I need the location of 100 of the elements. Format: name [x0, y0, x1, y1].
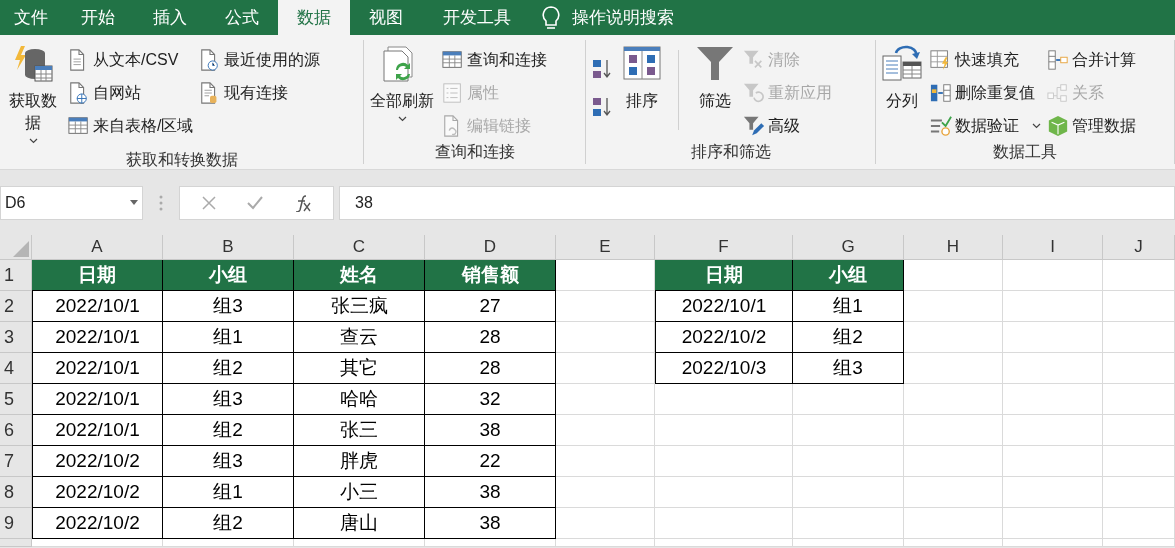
column-header[interactable]: I: [1003, 235, 1103, 260]
ribbon-button[interactable]: 现有连接: [199, 79, 321, 107]
ribbon-button[interactable]: 排序: [620, 42, 664, 126]
empty-cell[interactable]: [655, 539, 793, 547]
empty-cell[interactable]: [1103, 353, 1175, 384]
ribbon-tab[interactable]: 文件: [0, 0, 62, 35]
table-cell: 组1: [163, 322, 294, 353]
ribbon-button[interactable]: 管理数据: [1047, 112, 1136, 140]
database-icon: [13, 44, 53, 84]
row-header[interactable]: 1: [0, 260, 32, 291]
empty-cell[interactable]: [1103, 477, 1175, 508]
empty-cell[interactable]: [1003, 415, 1103, 446]
empty-cell[interactable]: [1103, 291, 1175, 322]
table-cell: 小三: [294, 477, 425, 508]
ribbon-button[interactable]: 数据验证: [930, 112, 1041, 140]
empty-cell[interactable]: [793, 415, 904, 446]
name-box[interactable]: D6: [0, 185, 143, 220]
ribbon-button[interactable]: 获取数据: [4, 42, 62, 148]
column-header[interactable]: C: [294, 235, 425, 260]
ribbon-button[interactable]: 删除重复值: [930, 79, 1041, 107]
caret-icon: [397, 116, 407, 122]
empty-cell[interactable]: [904, 508, 1003, 539]
caret-icon: [1032, 123, 1041, 129]
column-header[interactable]: J: [1103, 235, 1175, 260]
column-header[interactable]: G: [793, 235, 904, 260]
ribbon-tab[interactable]: 公式: [206, 0, 278, 35]
search-hint[interactable]: 操作说明搜索: [572, 4, 674, 31]
ribbon-button[interactable]: 高级: [743, 112, 832, 140]
table-cell: 唐山: [294, 508, 425, 539]
empty-cell[interactable]: [1003, 291, 1103, 322]
ribbon-button[interactable]: 快速填充: [930, 46, 1041, 74]
select-all-icon: [13, 241, 29, 257]
empty-cell[interactable]: [793, 539, 904, 547]
empty-cell[interactable]: [655, 415, 793, 446]
ribbon-button[interactable]: 分列: [880, 42, 924, 126]
empty-cell[interactable]: [1103, 415, 1175, 446]
table-cell: 组3: [163, 446, 294, 477]
empty-cell[interactable]: [793, 477, 904, 508]
empty-cell[interactable]: [556, 539, 655, 547]
ribbon-button[interactable]: 查询和连接: [442, 46, 547, 74]
empty-cell[interactable]: [904, 384, 1003, 415]
ribbon-button[interactable]: 筛选: [693, 42, 737, 126]
empty-cell[interactable]: [655, 446, 793, 477]
empty-cell[interactable]: [904, 477, 1003, 508]
group-label: 获取和转换数据: [124, 150, 239, 169]
empty-cell[interactable]: [904, 415, 1003, 446]
empty-cell[interactable]: [1103, 260, 1175, 291]
row-header[interactable]: 3: [0, 322, 32, 353]
empty-cell[interactable]: [1003, 384, 1103, 415]
row-header[interactable]: 9: [0, 508, 32, 539]
row-header[interactable]: 2: [0, 291, 32, 322]
ribbon-button[interactable]: 从文本/CSV: [68, 46, 194, 74]
empty-cell[interactable]: [1003, 446, 1103, 477]
empty-cell[interactable]: [793, 446, 904, 477]
ribbon-tab[interactable]: 开始: [62, 0, 134, 35]
empty-cell[interactable]: [1003, 353, 1103, 384]
header-cell: 日期: [32, 260, 163, 291]
empty-cell[interactable]: [655, 477, 793, 508]
ribbon-tab[interactable]: 插入: [134, 0, 206, 35]
formula-input[interactable]: 38: [339, 185, 1175, 220]
row-header[interactable]: 6: [0, 415, 32, 446]
ribbon-tab[interactable]: 数据: [278, 0, 350, 35]
row-header[interactable]: 7: [0, 446, 32, 477]
empty-cell[interactable]: [1003, 508, 1103, 539]
column-header[interactable]: F: [655, 235, 793, 260]
ribbon-button[interactable]: 最近使用的源: [199, 46, 321, 74]
table-cell: 2022/10/2: [32, 477, 163, 508]
table-cell: 组3: [163, 291, 294, 322]
row-header[interactable]: [0, 539, 32, 547]
empty-cell[interactable]: [1103, 322, 1175, 353]
row-header[interactable]: 4: [0, 353, 32, 384]
empty-cell[interactable]: [655, 508, 793, 539]
sort-ascending-icon: [590, 57, 612, 81]
empty-cell[interactable]: [1103, 446, 1175, 477]
row-header[interactable]: 8: [0, 477, 32, 508]
relationship-icon: [1047, 81, 1069, 105]
ribbon-tab[interactable]: 视图: [350, 0, 422, 35]
empty-cell[interactable]: [1103, 384, 1175, 415]
split-columns-icon: [882, 44, 922, 84]
ribbon-button[interactable]: 自网站: [68, 79, 194, 107]
empty-cell[interactable]: [904, 446, 1003, 477]
column-header[interactable]: D: [425, 235, 556, 260]
empty-cell[interactable]: [1103, 539, 1175, 547]
ribbon-tab[interactable]: 开发工具: [422, 0, 532, 35]
column-header[interactable]: H: [904, 235, 1003, 260]
empty-cell[interactable]: [1003, 260, 1103, 291]
ribbon-button[interactable]: 全部刷新: [368, 42, 436, 126]
empty-cell[interactable]: [1003, 477, 1103, 508]
ribbon-button[interactable]: 来自表格/区域: [68, 112, 194, 140]
empty-cell[interactable]: [1003, 322, 1103, 353]
empty-cell[interactable]: [1103, 508, 1175, 539]
empty-cell[interactable]: [1003, 539, 1103, 547]
table-cell: 2022/10/2: [655, 322, 793, 353]
empty-cell[interactable]: [793, 508, 904, 539]
column-header[interactable]: A: [32, 235, 163, 260]
row-header[interactable]: 5: [0, 384, 32, 415]
empty-cell[interactable]: [904, 539, 1003, 547]
ribbon-button[interactable]: 合并计算: [1047, 46, 1136, 74]
column-header[interactable]: E: [556, 235, 655, 260]
column-header[interactable]: B: [163, 235, 294, 260]
